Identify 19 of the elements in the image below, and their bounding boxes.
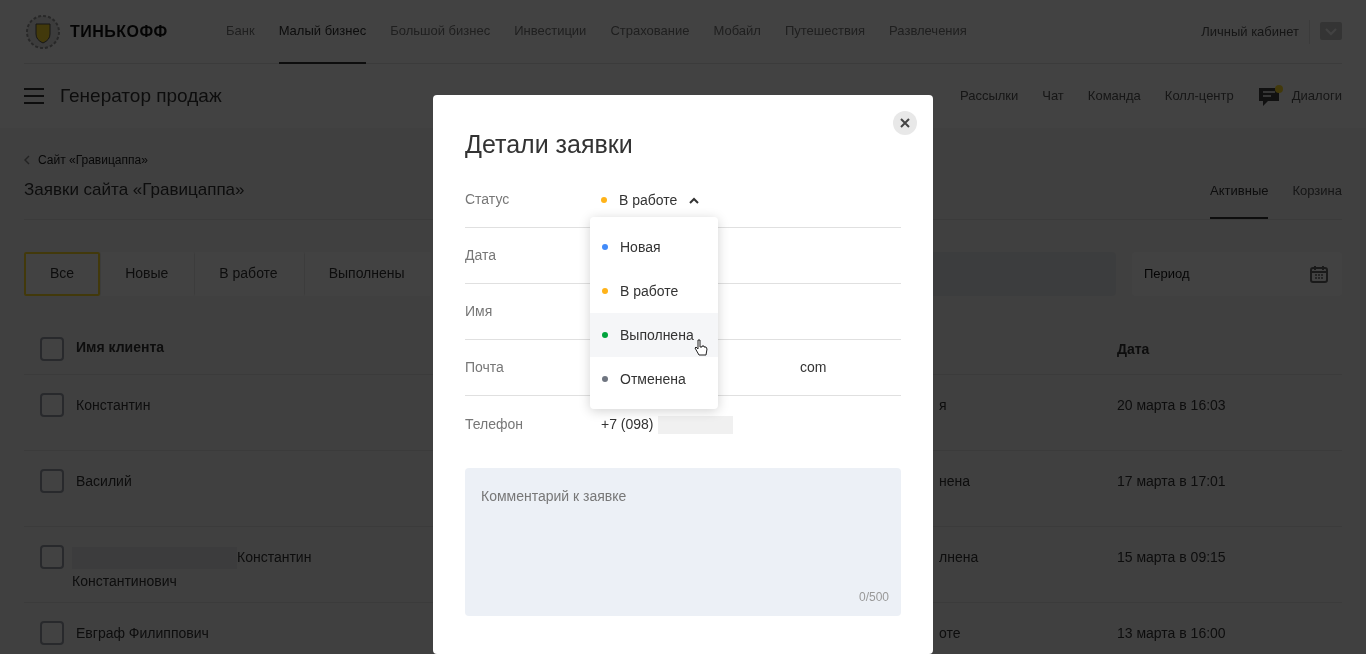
character-counter: 0/500	[858, 589, 889, 606]
status-dropdown[interactable]: В работе	[601, 189, 700, 211]
menu-item[interactable]: Выполнена	[590, 313, 718, 357]
close-button[interactable]	[893, 111, 917, 135]
field-label: Статус	[465, 191, 510, 207]
modal-title: Детали заявки	[465, 129, 634, 160]
logo-text: ТИНЬКОФФ	[70, 21, 168, 42]
menu-item[interactable]: Новая	[590, 225, 718, 269]
caret-icon	[689, 196, 700, 204]
field-value: +7 (098)	[601, 415, 654, 432]
menu-item[interactable]: В работе	[590, 269, 718, 313]
field-label: Почта	[465, 359, 504, 375]
menu-item[interactable]: Отменена	[590, 357, 718, 401]
field-label: Телефон	[465, 415, 524, 432]
field-label: Дата	[465, 247, 496, 263]
field-value: com	[800, 359, 827, 375]
field-label: Имя	[465, 303, 493, 319]
hand-cursor-icon	[694, 339, 708, 357]
close-icon	[900, 118, 910, 128]
